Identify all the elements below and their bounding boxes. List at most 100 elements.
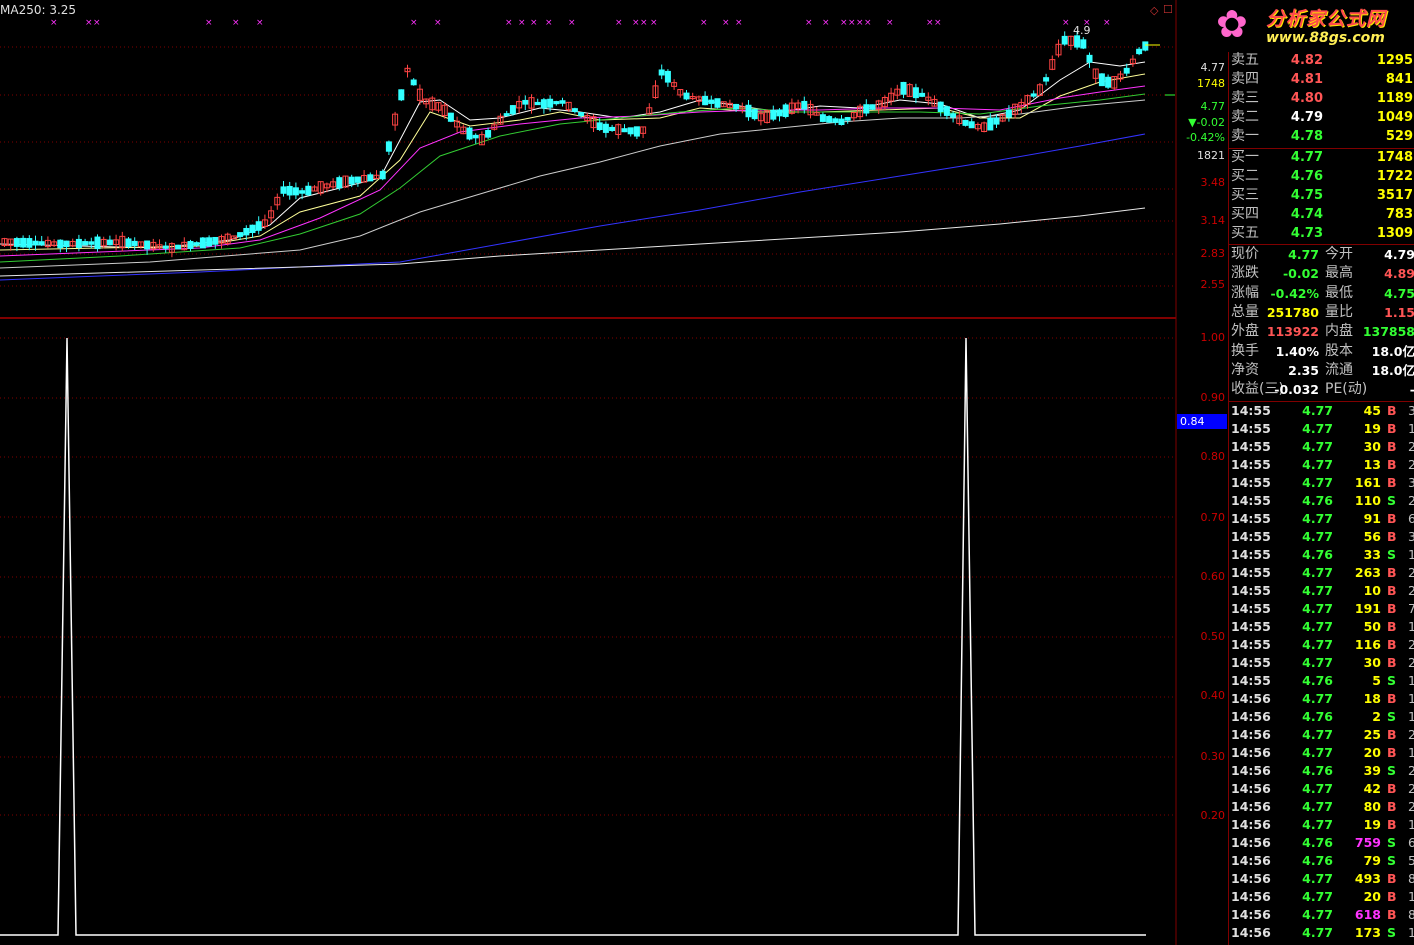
order-book-row[interactable]: 买三 4.75 3517 [1231, 186, 1414, 205]
trade-tick-row[interactable]: 14:56 4.77 618 B 8 [1231, 906, 1414, 924]
trade-tick-row[interactable]: 14:56 4.77 20 B 1 [1231, 744, 1414, 762]
kline-chart[interactable]: × × × × × × × × × × × × × × × × × × × × × × × × × × × × × × × × 4.9 [0, 0, 1228, 945]
trade-tick-row[interactable]: 14:55 4.77 91 B 6 [1231, 510, 1414, 528]
trade-price: 4.77 [1302, 781, 1333, 796]
trade-tick-row[interactable]: 14:56 4.77 173 S 1 [1231, 924, 1414, 942]
trade-side: B [1387, 619, 1397, 634]
trade-time: 14:55 [1231, 529, 1271, 544]
signal-x-marker: × [700, 18, 708, 28]
candle-body [869, 104, 876, 110]
trade-tick-row[interactable]: 14:56 4.77 18 B 1 [1231, 690, 1414, 708]
trade-time: 14:55 [1231, 637, 1271, 652]
trade-tick-row[interactable]: 14:55 4.77 19 B 1 [1231, 420, 1414, 438]
trade-tick-row[interactable]: 14:56 4.76 39 S 2 [1231, 762, 1414, 780]
trade-count: 8 [1408, 907, 1414, 922]
peak-price-label: 4.9 [1073, 24, 1091, 37]
trade-tick-row[interactable]: 14:55 4.77 45 B 3 [1231, 402, 1414, 420]
order-volume: 529 [1385, 129, 1413, 144]
trade-tick-row[interactable]: 14:56 4.77 80 B 2 [1231, 798, 1414, 816]
trade-time: 14:55 [1231, 655, 1271, 670]
trade-tick-row[interactable]: 14:55 4.77 10 B 2 [1231, 582, 1414, 600]
price-axis-label: 3.48 [1200, 176, 1226, 189]
candle-body [447, 112, 454, 122]
trade-tick-row[interactable]: 14:56 4.77 25 B 2 [1231, 726, 1414, 744]
trade-tick-row[interactable]: 14:55 4.77 263 B 2 [1231, 564, 1414, 582]
window-icon[interactable]: ☐ [1163, 3, 1173, 16]
candle-body [509, 105, 516, 115]
trade-time: 14:56 [1231, 781, 1271, 796]
chart-area[interactable]: × × × × × × × × × × × × × × × × × × × × × × × × × × × × × × × × 4.9 MA2… [0, 0, 1228, 945]
candle-body [559, 100, 566, 104]
trade-tick-row[interactable]: 14:55 4.77 191 B 7 [1231, 600, 1414, 618]
trade-volume: 493 [1354, 871, 1381, 886]
trade-tick-row[interactable]: 14:56 4.76 79 S 5 [1231, 852, 1414, 870]
trade-side: B [1387, 691, 1397, 706]
candle-body [82, 241, 89, 246]
trade-count: 1 [1408, 745, 1414, 760]
trade-tick-row[interactable]: 14:55 4.77 161 B 3 [1231, 474, 1414, 492]
candle-body [503, 113, 510, 117]
trade-tick-row[interactable]: 14:56 4.77 20 B 1 [1231, 888, 1414, 906]
quote-value: 2.35 [1288, 362, 1319, 378]
order-level-label: 买五 [1231, 225, 1259, 241]
candle-body [522, 99, 529, 105]
candle-body [336, 177, 343, 189]
trade-side: B [1387, 475, 1397, 490]
trade-time: 14:55 [1231, 457, 1271, 472]
candle-body [249, 224, 256, 233]
trade-tick-row[interactable]: 14:56 4.76 2 S 1 [1231, 708, 1414, 726]
trade-price: 4.77 [1302, 529, 1333, 544]
signal-x-marker: × [848, 18, 856, 28]
candle-body [472, 134, 479, 139]
trade-tick-row[interactable]: 14:55 4.77 30 B 2 [1231, 438, 1414, 456]
trade-tick-row[interactable]: 14:55 4.76 110 S 2 [1231, 492, 1414, 510]
order-book-row[interactable]: 卖五 4.82 1295 [1231, 51, 1414, 70]
order-book-row[interactable]: 买四 4.74 783 [1231, 205, 1414, 224]
trade-tick-row[interactable]: 14:55 4.77 56 B 3 [1231, 528, 1414, 546]
trade-tick-row[interactable]: 14:56 4.77 19 B 1 [1231, 816, 1414, 834]
quote-label: 净资 [1231, 361, 1259, 378]
trade-tick-row[interactable]: 14:56 4.76 759 S 6 [1231, 834, 1414, 852]
order-level-label: 买四 [1231, 206, 1259, 222]
trade-time: 14:56 [1231, 871, 1271, 886]
trade-tick-row[interactable]: 14:55 4.77 50 B 1 [1231, 618, 1414, 636]
order-book-row[interactable]: 卖二 4.79 1049 [1231, 108, 1414, 127]
order-book-row[interactable]: 买五 4.73 1309 [1231, 224, 1414, 243]
trade-tick-row[interactable]: 14:55 4.77 13 B 2 [1231, 456, 1414, 474]
order-price: 4.73 [1290, 226, 1323, 241]
trade-price: 4.76 [1302, 835, 1333, 850]
trade-volume: 56 [1363, 529, 1381, 544]
trade-tick-row[interactable]: 14:55 4.76 5 S 1 [1231, 672, 1414, 690]
ma-line [0, 61, 1146, 249]
order-book-row[interactable]: 卖四 4.81 841 [1231, 70, 1414, 89]
trade-time: 14:56 [1231, 691, 1271, 706]
price-axis-label: 1748 [1197, 77, 1225, 90]
order-book-row[interactable]: 买二 4.76 1722 [1231, 167, 1414, 186]
price-axis-label: -0.42% [1186, 131, 1225, 144]
trade-tick-row[interactable]: 14:55 4.77 30 B 2 [1231, 654, 1414, 672]
trade-tick-row[interactable]: 14:55 4.76 33 S 1 [1231, 546, 1414, 564]
candle-body [819, 114, 826, 122]
order-book-row[interactable]: 卖一 4.78 529 [1231, 127, 1414, 146]
trade-tick-row[interactable]: 14:55 4.77 116 B 2 [1231, 636, 1414, 654]
candle-body [485, 130, 492, 138]
order-book-row[interactable]: 买一 4.77 1748 [1231, 148, 1414, 167]
order-price: 4.82 [1290, 53, 1323, 68]
indicator-axis-label: 0.40 [1200, 689, 1226, 702]
diamond-icon[interactable]: ◇ [1150, 4, 1158, 17]
trade-tick-row[interactable]: 14:56 4.77 42 B 2 [1231, 780, 1414, 798]
trade-count: 2 [1408, 439, 1414, 454]
trade-price: 4.77 [1302, 439, 1333, 454]
trade-time: 14:55 [1231, 475, 1271, 490]
site-logo[interactable]: ✿ 分析家公式网 www.88gs.com [1214, 0, 1414, 52]
trade-time: 14:55 [1231, 565, 1271, 580]
trade-tick-row[interactable]: 14:56 4.77 493 B 8 [1231, 870, 1414, 888]
quote-label: 最高 [1325, 265, 1353, 282]
signal-x-marker: × [632, 18, 640, 28]
trade-volume: 25 [1363, 727, 1381, 742]
price-axis-label: 4.77 [1200, 61, 1226, 74]
trade-count: 1 [1408, 817, 1414, 832]
order-book-row[interactable]: 卖三 4.80 1189 [1231, 89, 1414, 108]
quote-value: -0.42% [1270, 285, 1319, 301]
order-volume: 1309 [1376, 226, 1413, 241]
